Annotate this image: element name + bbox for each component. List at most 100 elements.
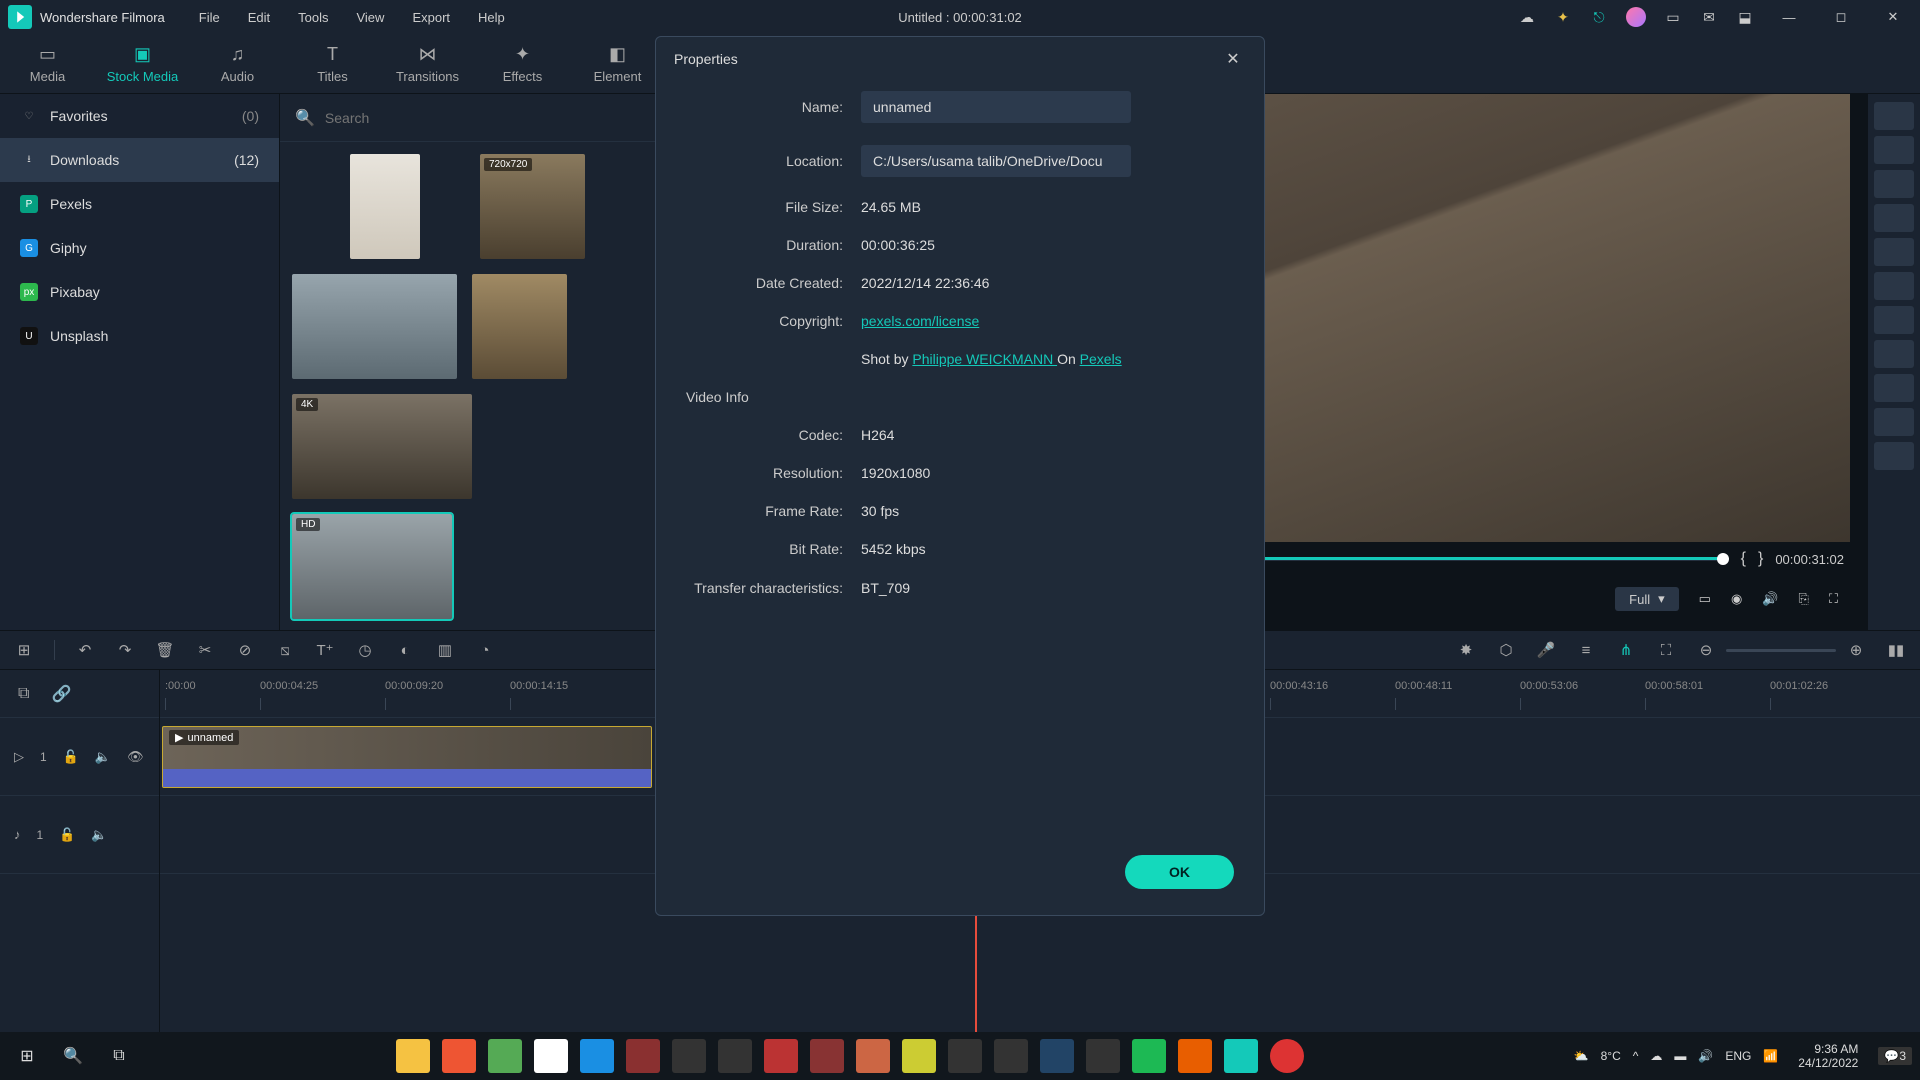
crop-tool2-icon[interactable]: ⧅: [275, 642, 295, 659]
taskbar-app[interactable]: [1178, 1039, 1212, 1073]
taskbar-app[interactable]: [396, 1039, 430, 1073]
split-button[interactable]: ✂: [195, 641, 215, 659]
marker-icon[interactable]: ⬡: [1496, 641, 1516, 659]
inspector-item[interactable]: [1874, 340, 1914, 368]
menu-export[interactable]: Export: [398, 4, 464, 31]
undo-button[interactable]: ↶: [75, 641, 95, 659]
taskbar-app[interactable]: [1224, 1039, 1258, 1073]
battery-icon[interactable]: ▬: [1674, 1049, 1686, 1063]
name-field[interactable]: [861, 91, 1131, 123]
menu-file[interactable]: File: [185, 4, 234, 31]
lock-icon[interactable]: 🔓: [63, 749, 79, 765]
lock-icon[interactable]: 🔓: [59, 827, 75, 843]
taskbar-app[interactable]: [764, 1039, 798, 1073]
voiceover-icon[interactable]: 🎤: [1536, 641, 1556, 659]
tab-effects[interactable]: Effects: [475, 44, 570, 84]
green-screen-icon[interactable]: ▥: [435, 641, 455, 659]
sidebar-item-pexels[interactable]: PPexels: [0, 182, 279, 226]
sidebar-item-unsplash[interactable]: UUnsplash: [0, 314, 279, 358]
fullscreen-icon[interactable]: ⛶: [1829, 591, 1838, 607]
inspector-item[interactable]: [1874, 442, 1914, 470]
copyright-link[interactable]: pexels.com/license: [861, 313, 979, 329]
inspector-item[interactable]: [1874, 204, 1914, 232]
crop-tool1-icon[interactable]: ⊘: [235, 641, 255, 659]
start-button[interactable]: ⊞: [8, 1037, 46, 1075]
sidebar-item-giphy[interactable]: GGiphy: [0, 226, 279, 270]
save-icon[interactable]: ▭: [1664, 8, 1682, 26]
timeline-clip[interactable]: ▶unnamed: [162, 726, 652, 788]
tab-media[interactable]: Media: [0, 44, 95, 84]
zoom-in-button[interactable]: ⊕: [1846, 641, 1866, 659]
taskbar-app[interactable]: [534, 1039, 568, 1073]
menu-edit[interactable]: Edit: [234, 4, 284, 31]
link-icon[interactable]: 🔗: [51, 684, 71, 704]
taskbar-app[interactable]: [994, 1039, 1028, 1073]
taskbar-app[interactable]: [948, 1039, 982, 1073]
fit-icon[interactable]: ⛶: [1656, 642, 1676, 659]
media-thumb-selected[interactable]: HD: [292, 514, 452, 619]
taskbar-app[interactable]: [1270, 1039, 1304, 1073]
record-icon[interactable]: ⬓: [1736, 8, 1754, 26]
taskbar-app[interactable]: [488, 1039, 522, 1073]
render-icon[interactable]: ✸: [1456, 641, 1476, 659]
close-button[interactable]: ✕: [1876, 0, 1910, 34]
mail-icon[interactable]: ✉: [1700, 8, 1718, 26]
maximize-button[interactable]: ◻: [1824, 0, 1858, 34]
search-button[interactable]: 🔍: [54, 1037, 92, 1075]
text-tool-icon[interactable]: T⁺: [315, 641, 335, 659]
wifi-icon[interactable]: 📶: [1763, 1049, 1778, 1063]
timeline-settings-icon[interactable]: ▮▮: [1886, 641, 1906, 659]
sidebar-item-downloads[interactable]: ⭳Downloads(12): [0, 138, 279, 182]
headset-icon[interactable]: ⎋: [1590, 8, 1608, 26]
inspector-item[interactable]: [1874, 408, 1914, 436]
media-thumb[interactable]: 720x720: [480, 154, 585, 259]
author-link[interactable]: Philippe WEICKMANN: [912, 351, 1057, 367]
media-thumb[interactable]: [472, 274, 567, 379]
avatar-icon[interactable]: [1626, 7, 1646, 27]
sidebar-item-favorites[interactable]: ♡Favorites(0): [0, 94, 279, 138]
taskbar-app[interactable]: [810, 1039, 844, 1073]
keyframe-icon[interactable]: ◔: [475, 642, 495, 659]
taskbar-app[interactable]: [672, 1039, 706, 1073]
tab-titles[interactable]: Titles: [285, 44, 380, 84]
taskbar-app[interactable]: [1086, 1039, 1120, 1073]
inspector-item[interactable]: [1874, 374, 1914, 402]
taskbar-app[interactable]: [856, 1039, 890, 1073]
volume-icon[interactable]: 🔊: [1762, 591, 1778, 607]
audio-track-header[interactable]: ♪1 🔓 🔈: [0, 796, 159, 874]
weather-temp[interactable]: 8°C: [1601, 1049, 1621, 1063]
media-thumb[interactable]: 4K: [292, 394, 472, 499]
tab-transitions[interactable]: Transitions: [380, 44, 475, 84]
inspector-item[interactable]: [1874, 170, 1914, 198]
taskbar-app[interactable]: [1040, 1039, 1074, 1073]
audio-mixer-icon[interactable]: ≡: [1576, 642, 1596, 659]
media-thumb[interactable]: [292, 274, 457, 379]
screen-icon[interactable]: ▭: [1699, 591, 1711, 607]
location-field[interactable]: [861, 145, 1131, 177]
inspector-item[interactable]: [1874, 238, 1914, 266]
language-icon[interactable]: ENG: [1725, 1049, 1751, 1063]
taskbar-app[interactable]: [580, 1039, 614, 1073]
inspector-item[interactable]: [1874, 136, 1914, 164]
mark-in-icon[interactable]: {: [1741, 550, 1746, 568]
menu-tools[interactable]: Tools: [284, 4, 342, 31]
media-thumb[interactable]: [350, 154, 420, 259]
speed-icon[interactable]: ◷: [355, 641, 375, 659]
inspector-item[interactable]: [1874, 272, 1914, 300]
track-manage-icon[interactable]: ⧉: [18, 685, 29, 703]
menu-help[interactable]: Help: [464, 4, 519, 31]
zoom-slider[interactable]: [1726, 649, 1836, 652]
clock[interactable]: 9:36 AM 24/12/2022: [1798, 1042, 1858, 1071]
mark-out-icon[interactable]: }: [1758, 550, 1763, 568]
auto-ripple-icon[interactable]: ⋔: [1616, 641, 1636, 659]
delete-button[interactable]: 🗑: [155, 641, 175, 659]
eye-icon[interactable]: 👁: [127, 749, 144, 765]
tab-element[interactable]: Element: [570, 44, 665, 84]
menu-view[interactable]: View: [342, 4, 398, 31]
snapshot-icon[interactable]: ◉: [1731, 591, 1742, 607]
taskbar-app[interactable]: [626, 1039, 660, 1073]
tab-audio[interactable]: Audio: [190, 44, 285, 84]
color-icon[interactable]: ◐: [395, 642, 415, 659]
weather-icon[interactable]: ⛅: [1574, 1049, 1589, 1063]
tools-icon[interactable]: ⊞: [14, 641, 34, 659]
